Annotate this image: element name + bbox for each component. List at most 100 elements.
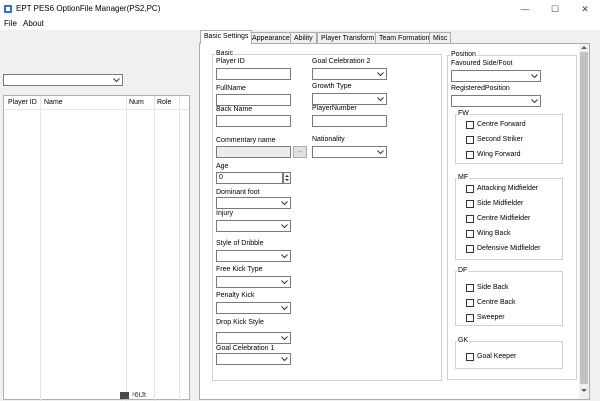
penalty-kick-label: Penalty Kick: [216, 292, 255, 299]
maximize-button[interactable]: ☐: [540, 0, 570, 18]
goal-keeper-label: Goal Keeper: [477, 353, 517, 360]
column-header-name[interactable]: Name: [44, 99, 63, 106]
column-divider: [40, 96, 41, 401]
column-divider: [126, 96, 127, 401]
team-select[interactable]: [3, 74, 123, 86]
free-kick-type-select[interactable]: [216, 276, 291, 288]
back-name-field[interactable]: [216, 115, 291, 127]
fw-group-label: FW: [457, 110, 470, 117]
commentary-browse-button[interactable]: ...: [293, 146, 307, 158]
chevron-down-icon: [377, 150, 384, 155]
chevron-down-icon: [281, 254, 288, 259]
tab-basic-settings[interactable]: Basic Settings: [200, 30, 253, 44]
chevron-down-icon: [281, 306, 288, 311]
column-header-player-id[interactable]: Player ID: [8, 99, 37, 106]
column-divider: [154, 96, 155, 401]
centre-forward-checkbox[interactable]: [466, 121, 474, 129]
defensive-midfielder-checkbox[interactable]: [466, 245, 474, 253]
favoured-side-label: Favoured Side/Foot: [451, 60, 513, 67]
taskbar-icon: [120, 392, 129, 399]
menu-file[interactable]: File: [4, 19, 17, 28]
chevron-down-icon: [281, 201, 288, 206]
player-list[interactable]: Player ID Name Num Role: [3, 95, 190, 401]
side-back-checkbox[interactable]: [466, 284, 474, 292]
registered-position-label: RegisteredPosition: [451, 85, 510, 92]
attacking-midfielder-checkbox[interactable]: [466, 185, 474, 193]
column-header-role[interactable]: Role: [157, 99, 171, 106]
wing-back-label: Wing Back: [477, 230, 511, 237]
wing-forward-label: Wing Forward: [477, 151, 521, 158]
growth-type-select[interactable]: [312, 93, 387, 105]
side-back-label: Side Back: [477, 284, 509, 291]
second-striker-checkbox[interactable]: [466, 136, 474, 144]
side-midfielder-checkbox[interactable]: [466, 200, 474, 208]
style-of-dribble-label: Style of Dribble: [216, 240, 264, 247]
side-midfielder-label: Side Midfielder: [477, 200, 524, 207]
full-name-label: FullName: [216, 85, 246, 92]
style-of-dribble-select[interactable]: [216, 250, 291, 262]
sweeper-checkbox[interactable]: [466, 314, 474, 322]
chevron-down-icon: [281, 336, 288, 341]
wing-back-checkbox[interactable]: [466, 230, 474, 238]
drop-kick-style-select[interactable]: [216, 332, 291, 344]
full-name-field[interactable]: [216, 94, 291, 106]
player-id-field[interactable]: [216, 68, 291, 80]
penalty-kick-select[interactable]: [216, 302, 291, 314]
centre-back-checkbox[interactable]: [466, 299, 474, 307]
player-number-field[interactable]: [312, 115, 387, 127]
injury-select[interactable]: [216, 220, 291, 232]
nationality-select[interactable]: [312, 146, 387, 158]
age-label: Age: [216, 163, 229, 170]
stepper-arrows-icon: [285, 175, 289, 181]
centre-back-label: Centre Back: [477, 299, 516, 306]
player-id-label: Player ID: [216, 58, 245, 65]
column-divider: [179, 96, 180, 401]
df-group-label: DF: [457, 267, 469, 274]
defensive-midfielder-label: Defensive Midfielder: [477, 245, 541, 252]
basic-group-label: Basic: [215, 50, 235, 57]
centre-midfielder-label: Centre Midfielder: [477, 215, 531, 222]
dominant-foot-select[interactable]: [216, 197, 291, 209]
goal-celebration-1-label: Goal Celebration 1: [216, 345, 275, 352]
scrollbar-thumb[interactable]: [580, 52, 588, 384]
chevron-down-icon: [531, 99, 538, 104]
goal-keeper-checkbox[interactable]: [466, 353, 474, 361]
free-kick-type-label: Free Kick Type: [216, 266, 263, 273]
growth-type-label: Growth Type: [312, 83, 352, 90]
goal-celebration-2-label: Goal Celebration 2: [312, 58, 371, 65]
menu-about[interactable]: About: [23, 19, 44, 28]
taskbar-text: ᵃ6tJt: [132, 392, 146, 399]
scroll-up-icon[interactable]: [581, 45, 587, 50]
centre-midfielder-checkbox[interactable]: [466, 215, 474, 223]
mf-group-label: MF: [457, 174, 470, 181]
drop-kick-style-label: Drop Kick Style: [216, 319, 264, 326]
commentary-name-label: Commentary name: [216, 137, 276, 144]
age-field[interactable]: 0: [216, 172, 283, 184]
scroll-down-icon[interactable]: [581, 388, 587, 393]
back-name-label: Back Name: [216, 106, 253, 113]
gk-group-label: GK: [457, 337, 470, 344]
chevron-down-icon: [531, 74, 538, 79]
nationality-label: Nationality: [312, 136, 345, 143]
window-title: EPT PES6 OptionFile Manager(PS2,PC): [16, 4, 161, 13]
second-striker-label: Second Striker: [477, 136, 523, 143]
commentary-name-field[interactable]: [216, 146, 291, 158]
chevron-down-icon: [281, 280, 288, 285]
menu-bar: [0, 18, 600, 30]
close-button[interactable]: ✕: [570, 0, 600, 18]
position-group-label: Position: [450, 51, 477, 58]
chevron-down-icon: [281, 224, 288, 229]
wing-forward-checkbox[interactable]: [466, 151, 474, 159]
attacking-midfielder-label: Attacking Midfielder: [477, 185, 539, 192]
age-stepper[interactable]: [283, 172, 291, 184]
goal-celebration-2-select[interactable]: [312, 68, 387, 80]
chevron-down-icon: [377, 97, 384, 102]
centre-forward-label: Centre Forward: [477, 121, 526, 128]
player-number-label: PlayerNumber: [312, 105, 357, 112]
favoured-side-select[interactable]: [451, 70, 541, 82]
minimize-button[interactable]: —: [510, 0, 540, 18]
column-header-num[interactable]: Num: [129, 99, 144, 106]
goal-celebration-1-select[interactable]: [216, 353, 291, 365]
registered-position-select[interactable]: [451, 95, 541, 107]
chevron-down-icon: [377, 72, 384, 77]
